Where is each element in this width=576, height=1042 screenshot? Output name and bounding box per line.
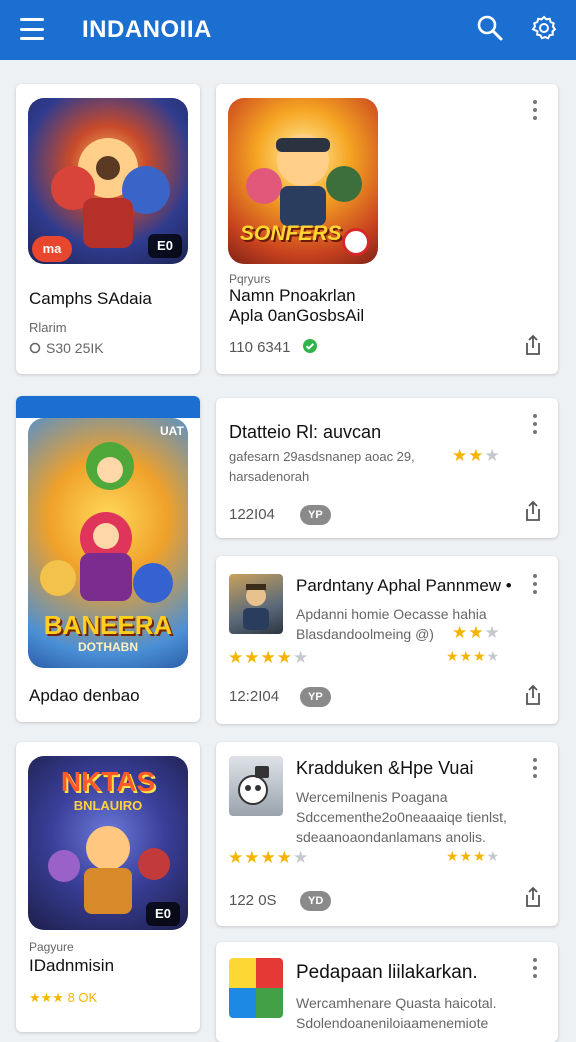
star-rating: ★★★★	[446, 848, 501, 864]
share-icon[interactable]	[524, 500, 542, 522]
star-rating: ★★★★★	[228, 648, 310, 667]
game-artwork: SONFERS	[228, 98, 378, 264]
art-logo-text: NKTAS	[60, 766, 156, 797]
status-pill: YD	[300, 891, 332, 911]
more-options-icon[interactable]	[532, 574, 538, 594]
hamburger-menu-icon[interactable]	[20, 18, 44, 40]
verified-icon	[303, 339, 317, 353]
game-title: Camphs SAdaia	[29, 289, 152, 308]
game-tag: Pagyure	[29, 940, 74, 954]
game-title: Pardntany Aphal Pannmew •	[296, 576, 512, 595]
game-thumbnail	[229, 756, 283, 816]
game-description-2: harsadenorah	[229, 469, 310, 484]
star-rating: ★★★★★	[228, 848, 310, 867]
game-description: Wercamhenare Quasta haicotal.	[296, 995, 497, 1011]
game-description-2: Sdccementhe2o0neaaaiqe tienlst,	[296, 809, 507, 825]
game-title: Kradduken &Hpe Vuai	[296, 758, 474, 778]
game-title: Dtatteio Rl: auvcan	[229, 422, 382, 442]
star-rating: ★★★	[452, 623, 501, 642]
share-icon[interactable]	[524, 684, 542, 706]
age-badge: E0	[146, 902, 180, 926]
status-pill: YP	[300, 505, 331, 525]
game-title-line1: Namn Pnoakrlan	[229, 286, 356, 305]
game-meta: 110 6341	[229, 339, 291, 356]
game-meta: 122I04	[229, 506, 275, 523]
status-pill: YP	[300, 687, 331, 707]
game-card[interactable]: Pedapaan liilakarkan. Wercamhenare Quast…	[216, 942, 558, 1042]
game-card[interactable]: Dtatteio Rl: auvcan gafesarn 29asdsnanep…	[216, 398, 558, 538]
game-caption: Apdao denbao	[29, 686, 140, 705]
corner-label: UAT	[160, 424, 184, 438]
game-description-2: Sdolendoaneniloiaamenemiote	[296, 1015, 489, 1031]
art-logo-subtext: DOTHABN	[78, 640, 138, 654]
game-meta: S30 25IK	[46, 340, 104, 356]
art-logo-subtext: BNLAUIRO	[73, 798, 143, 813]
share-icon[interactable]	[524, 334, 542, 356]
card-header-band	[16, 396, 200, 418]
more-options-icon[interactable]	[532, 958, 538, 978]
game-card[interactable]: NKTAS BNLAUIRO E0 Pagyure IDadnmisin ★★★…	[16, 742, 200, 1032]
game-artwork: UAT BANEERA DOTHABN	[28, 418, 188, 668]
app-title: INDANOIIA	[82, 16, 212, 43]
more-options-icon[interactable]	[532, 414, 538, 434]
game-thumbnail	[229, 958, 283, 1018]
publisher-logo: ma	[32, 236, 72, 262]
game-meta: 12:2I04	[229, 688, 280, 705]
game-description: Wercemilnenis Poagana	[296, 789, 448, 805]
game-description: gafesarn 29asdsnanep aoac 29,	[229, 449, 415, 464]
more-options-icon[interactable]	[532, 758, 538, 778]
gear-icon[interactable]	[530, 14, 558, 42]
game-card[interactable]: ma E0 Camphs SAdaia Rlarim S30 25IK	[16, 84, 200, 374]
game-thumbnail	[229, 574, 283, 634]
rating-badge-icon	[342, 228, 370, 256]
art-logo-text: SONFERS	[240, 222, 342, 245]
star-rating: ★★★★	[446, 648, 501, 664]
more-options-icon[interactable]	[532, 100, 538, 120]
app-bar: INDANOIIA	[0, 0, 576, 60]
game-artwork: ma E0	[28, 98, 188, 264]
game-title-line2: Apla 0anGosbsAil	[229, 306, 365, 325]
age-badge: E0	[148, 234, 182, 258]
game-card[interactable]: Kradduken &Hpe Vuai Wercemilnenis Poagan…	[216, 742, 558, 926]
search-icon[interactable]	[476, 14, 504, 42]
game-description-3: sdeaanoaondanlamans anolis.	[296, 829, 486, 845]
star-rating: ★★★	[452, 446, 501, 465]
game-description-2: Blasdandoolmeing @)	[296, 626, 434, 642]
art-logo-text: BANEERA	[43, 610, 173, 640]
share-icon[interactable]	[524, 886, 542, 908]
game-card[interactable]: UAT BANEERA DOTHABN Apdao denbao	[16, 396, 200, 722]
game-description: Apdanni homie Oecasse hahia	[296, 606, 487, 622]
game-card[interactable]: Pardntany Aphal Pannmew • Apdanni homie …	[216, 556, 558, 724]
game-meta: ★★★ 8 OK	[29, 990, 98, 1005]
game-meta: 122 0S	[229, 892, 277, 909]
game-subtitle: Rlarim	[29, 320, 67, 335]
game-artwork: NKTAS BNLAUIRO E0	[28, 756, 188, 930]
game-card[interactable]: SONFERS Pqryurs Namn Pnoakrlan Apla 0anG…	[216, 84, 558, 374]
game-title: IDadnmisin	[29, 956, 115, 975]
location-pin-icon	[29, 342, 41, 354]
game-title: Pedapaan liilakarkan.	[296, 962, 478, 983]
game-tag: Pqryurs	[229, 272, 271, 286]
